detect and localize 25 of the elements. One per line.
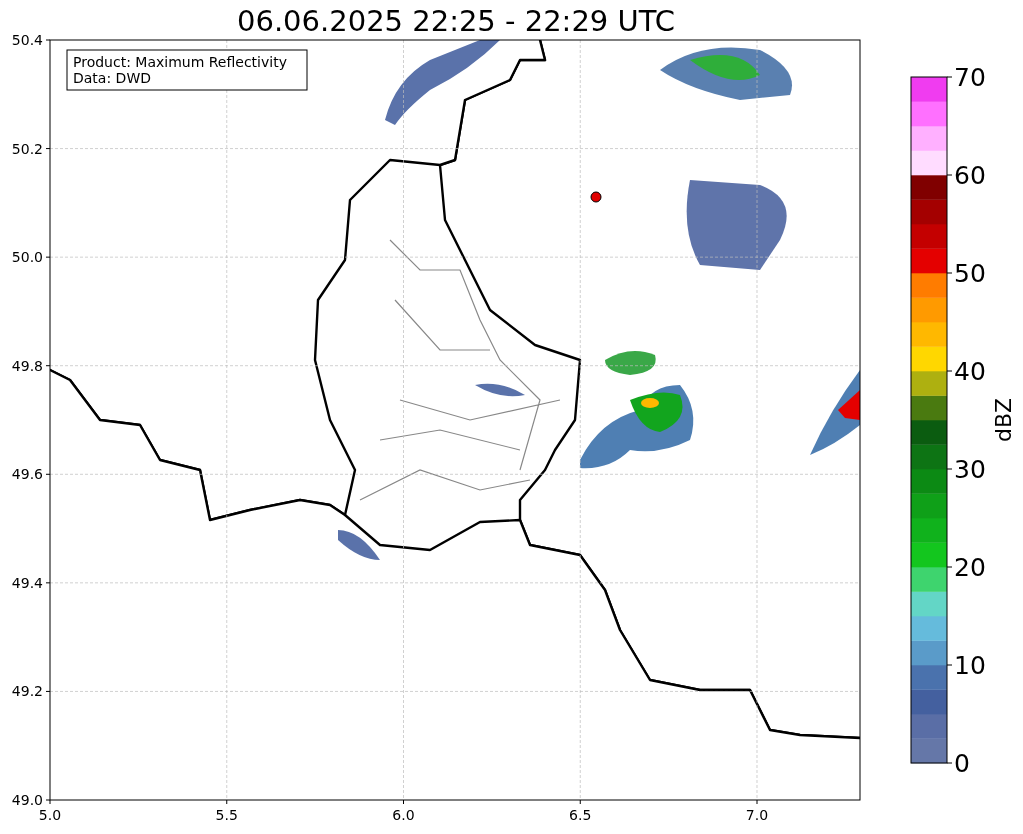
y-tick-label: 49.4	[11, 574, 43, 591]
y-tick-label: 50.0	[11, 249, 43, 266]
colorbar-tick-label: 70	[954, 63, 986, 92]
y-tick-label: 49.2	[11, 683, 43, 700]
colorbar-tick-label: 30	[954, 455, 986, 484]
y-tick-label: 49.6	[11, 466, 43, 483]
colorbar-tick-label: 40	[954, 357, 986, 386]
colorbar-tick-label: 20	[954, 553, 986, 582]
colorbar-tick-label: 60	[954, 161, 986, 190]
chart-title: 06.06.2025 22:25 - 22:29 UTC	[237, 4, 675, 38]
colorbar-tick-label: 50	[954, 259, 986, 288]
x-tick-label: 5.5	[215, 807, 238, 823]
info-text: Product: Maximum Reflectivity	[73, 54, 287, 70]
x-tick-label: 6.0	[392, 807, 415, 823]
y-tick-label: 50.2	[11, 140, 43, 157]
x-tick-label: 5.0	[38, 807, 62, 823]
x-tick-label: 6.5	[569, 807, 592, 823]
info-text: Data: DWD	[73, 70, 151, 86]
x-tick-label: 7.0	[745, 807, 769, 823]
colorbar-tick-label: 0	[954, 749, 970, 778]
y-tick-label: 49.8	[11, 357, 43, 374]
colorbar-tick-label: 10	[954, 651, 986, 680]
y-tick-label: 50.4	[11, 32, 43, 48]
colorbar-label: dBZ	[991, 397, 1016, 443]
y-tick-label: 49.0	[11, 792, 43, 808]
